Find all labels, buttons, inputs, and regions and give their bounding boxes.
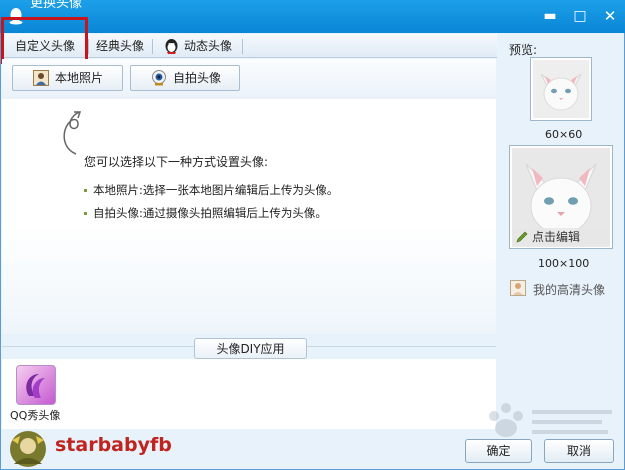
highlight-annotation-box — [1, 17, 88, 64]
hd-avatar-label: 我的高清头像 — [533, 283, 606, 297]
tab-divider — [242, 39, 243, 54]
diy-apps-panel — [2, 359, 496, 429]
window-title: 更换头像 — [30, 0, 83, 11]
minimize-button[interactable]: ▬ — [540, 7, 560, 25]
tab-diy-apps[interactable]: 头像DIY应用 — [194, 338, 307, 359]
preview-60-avatar — [530, 57, 592, 121]
click-to-edit-button[interactable]: 点击编辑 — [512, 228, 610, 247]
qq-show-logo — [26, 374, 45, 398]
selfie-button[interactable]: 自拍头像 — [130, 65, 240, 91]
hd-avatar-icon — [510, 280, 526, 296]
preview-60-caption: 60×60 — [545, 128, 583, 141]
preview-label: 预览: — [509, 43, 538, 57]
tab-animated-label: 动态头像 — [184, 39, 233, 53]
baidu-jingyan-watermark — [489, 403, 612, 437]
local-photo-button[interactable]: 本地照片 — [12, 65, 123, 91]
tab-divider — [88, 39, 89, 54]
qq-show-icon[interactable] — [16, 365, 56, 405]
maximize-button[interactable]: □ — [570, 7, 590, 25]
pencil-icon — [516, 231, 528, 243]
selfie-label: 自拍头像 — [173, 71, 222, 85]
curved-arrow-icon — [63, 111, 82, 155]
animated-penguin-icon — [165, 39, 178, 54]
hint-bullet-text: 自拍头像:通过摄像头拍照编辑后上传为头像。 — [93, 206, 327, 220]
qq-show-label[interactable]: QQ秀头像 — [10, 407, 60, 423]
edit-label: 点击编辑 — [532, 230, 581, 244]
white-cat-photo — [533, 60, 589, 118]
portrait-icon — [33, 70, 49, 86]
tab-classic-avatar[interactable]: 经典头像 — [90, 34, 150, 58]
hint-title: 您可以选择以下一种方式设置头像: — [84, 155, 269, 169]
tab-animated-avatar[interactable]: 动态头像 — [160, 34, 245, 58]
hint-bullet-text: 本地照片:选择一张本地图片编辑后上传为头像。 — [93, 183, 339, 197]
tab-divider — [152, 39, 153, 54]
close-button[interactable]: ✕ — [600, 7, 620, 25]
author-avatar-image — [10, 431, 46, 467]
preview-100-caption: 100×100 — [538, 257, 590, 270]
title-bar: 更换头像 ▬ □ ✕ — [0, 0, 625, 33]
author-watermark: starbabyfb — [55, 434, 172, 456]
local-photo-label: 本地照片 — [55, 71, 104, 85]
webcam-icon — [152, 70, 166, 86]
avatar-source-toolbar: 本地照片 自拍头像 — [2, 59, 496, 99]
